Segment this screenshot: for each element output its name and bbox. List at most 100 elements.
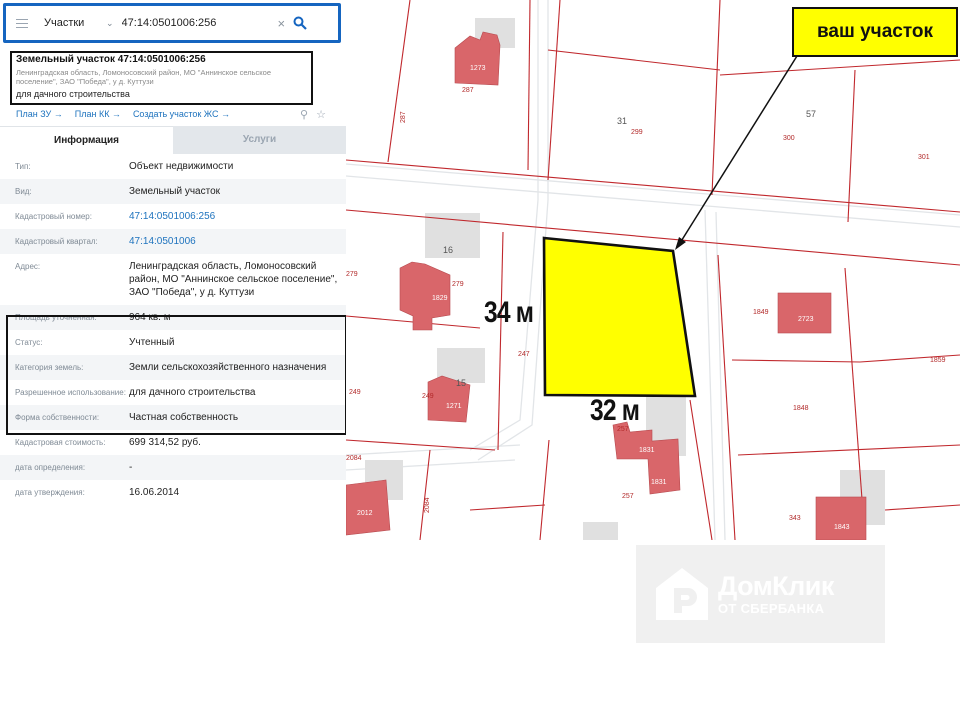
star-icon[interactable]: ☆ xyxy=(316,108,326,121)
row-value: 699 314,52 руб. xyxy=(129,437,201,448)
row-value: Учтенный xyxy=(129,337,175,348)
row-label: Категория земель: xyxy=(15,363,84,372)
label-2084b: 2084 xyxy=(424,497,431,513)
row-value: Частная собственность xyxy=(129,412,239,423)
label-building-2012: 2012 xyxy=(357,510,373,517)
clear-icon[interactable]: × xyxy=(278,16,286,31)
row-value: 16.06.2014 xyxy=(129,487,180,498)
callout-your-plot: ваш участок xyxy=(792,7,958,57)
create-plot-link[interactable]: Создать участок ЖС → xyxy=(133,109,230,119)
side-length-horizontal: 32 м xyxy=(590,394,640,427)
watermark-text: ДомКлик ОТ СБЕРБАНКА xyxy=(718,571,834,617)
row-label: дата утверждения: xyxy=(15,488,85,497)
label-57: 57 xyxy=(806,109,816,119)
row-label: Форма собственности: xyxy=(15,413,100,422)
object-title: Земельный участок 47:14:0501006:256 xyxy=(16,54,206,65)
label-343: 343 xyxy=(789,515,801,522)
label-1859: 1859 xyxy=(930,357,946,364)
info-row-address: Адрес: Ленинградская область, Ломоносовс… xyxy=(0,254,346,305)
info-row-type: Тип: Объект недвижимости xyxy=(0,154,346,179)
plan-zu-link[interactable]: План ЗУ → xyxy=(16,109,63,119)
label-building-1831a: 1831 xyxy=(639,447,655,454)
row-value: Объект недвижимости xyxy=(129,161,234,172)
object-address-short: Ленинградская область, Ломоносовский рай… xyxy=(16,68,272,86)
label-257b: 257 xyxy=(622,493,634,500)
info-row-area: Площадь уточненная: 964 кв. м xyxy=(0,305,346,330)
row-label: Кадастровая стоимость: xyxy=(15,438,106,447)
object-info-panel: Участки ⌄ × Земельный участок 47:14:0501… xyxy=(0,0,346,540)
tabs: Информация Услуги xyxy=(0,126,346,154)
watermark-subtitle: ОТ СБЕРБАНКА xyxy=(718,601,825,616)
menu-icon[interactable] xyxy=(16,18,28,28)
label-301: 301 xyxy=(918,154,930,161)
info-row-cadastral-number: Кадастровый номер: 47:14:0501006:256 xyxy=(0,204,346,229)
domclick-logo-icon xyxy=(656,568,708,620)
row-label: Адрес: xyxy=(15,262,41,271)
label-279b: 279 xyxy=(452,281,464,288)
label-279: 279 xyxy=(346,271,358,278)
label-building-1843: 1843 xyxy=(834,524,850,531)
card-icons: ⚲ ☆ xyxy=(300,108,326,121)
info-row-cadastral-quarter: Кадастровый квартал: 47:14:0501006 xyxy=(0,229,346,254)
row-value: Земельный участок xyxy=(129,186,221,197)
row-value: - xyxy=(129,462,133,473)
label-249b: 249 xyxy=(422,393,434,400)
side-length-vertical: 34 м xyxy=(484,296,534,329)
label-249: 249 xyxy=(349,389,361,396)
row-label: Тип: xyxy=(15,162,31,171)
search-type-select[interactable]: Участки xyxy=(44,17,104,29)
label-287b: 287 xyxy=(400,111,407,123)
label-31: 31 xyxy=(617,116,627,126)
watermark-brand: ДомКлик xyxy=(718,571,834,601)
label-building-1829: 1829 xyxy=(432,295,448,302)
label-building-1271: 1271 xyxy=(446,403,462,410)
row-label: Разрешенное использование: xyxy=(15,388,126,397)
search-input[interactable] xyxy=(121,17,272,29)
building-2012 xyxy=(345,479,391,536)
info-row-land-category: Категория земель: Земли сельскохозяйстве… xyxy=(0,355,346,380)
tab-information[interactable]: Информация xyxy=(0,126,173,154)
row-label: Кадастровый квартал: xyxy=(15,237,98,246)
object-use: для дачного строительства xyxy=(16,89,130,99)
row-label: Статус: xyxy=(15,338,43,347)
object-links: План ЗУ → План КК → Создать участок ЖС → xyxy=(16,109,230,119)
object-title-box: Земельный участок 47:14:0501006:256 Лени… xyxy=(10,51,313,105)
row-value: 964 кв. м xyxy=(129,312,171,323)
row-label: дата определения: xyxy=(15,463,86,472)
label-1848: 1848 xyxy=(793,405,809,412)
label-2084: 2084 xyxy=(346,455,362,462)
label-building-1831b: 1831 xyxy=(651,479,667,486)
label-building-2723: 2723 xyxy=(798,316,814,323)
row-label: Площадь уточненная: xyxy=(15,313,97,322)
zoom-to-icon[interactable]: ⚲ xyxy=(300,108,308,121)
row-label: Кадастровый номер: xyxy=(15,212,92,221)
building-2723 xyxy=(777,292,832,334)
info-row-cadastral-value: Кадастровая стоимость: 699 314,52 руб. xyxy=(0,430,346,455)
subject-plot[interactable] xyxy=(542,236,697,398)
row-value: Земли сельскохозяйственного назначения xyxy=(129,362,327,373)
search-inner: Участки ⌄ × xyxy=(6,6,338,40)
domclick-watermark: ДомКлик ОТ СБЕРБАНКА xyxy=(636,545,885,643)
building-1843 xyxy=(815,496,867,540)
label-300: 300 xyxy=(783,135,795,142)
info-row-ownership: Форма собственности: Частная собственнос… xyxy=(0,405,346,430)
info-row-kind: Вид: Земельный участок xyxy=(0,179,346,204)
plan-kk-link[interactable]: План КК → xyxy=(75,109,121,119)
row-value: для дачного строительства xyxy=(129,387,256,398)
info-row-determination-date: дата определения: - xyxy=(0,455,346,480)
label-building-1273: 1273 xyxy=(470,65,486,72)
row-label: Вид: xyxy=(15,187,32,196)
info-table: Тип: Объект недвижимости Вид: Земельный … xyxy=(0,154,346,505)
tab-services[interactable]: Услуги xyxy=(173,126,346,154)
chevron-down-icon[interactable]: ⌄ xyxy=(106,18,114,29)
label-299: 299 xyxy=(631,129,643,136)
cadastral-quarter-link[interactable]: 47:14:0501006 xyxy=(129,235,339,248)
cadastral-number-link[interactable]: 47:14:0501006:256 xyxy=(129,210,339,223)
info-row-permitted-use: Разрешенное использование: для дачного с… xyxy=(0,380,346,405)
label-15: 15 xyxy=(456,378,466,388)
search-bar: Участки ⌄ × xyxy=(3,3,341,43)
search-icon[interactable] xyxy=(293,16,307,30)
label-247: 247 xyxy=(518,351,530,358)
label-287: 287 xyxy=(462,87,474,94)
info-row-approval-date: дата утверждения: 16.06.2014 xyxy=(0,480,346,505)
